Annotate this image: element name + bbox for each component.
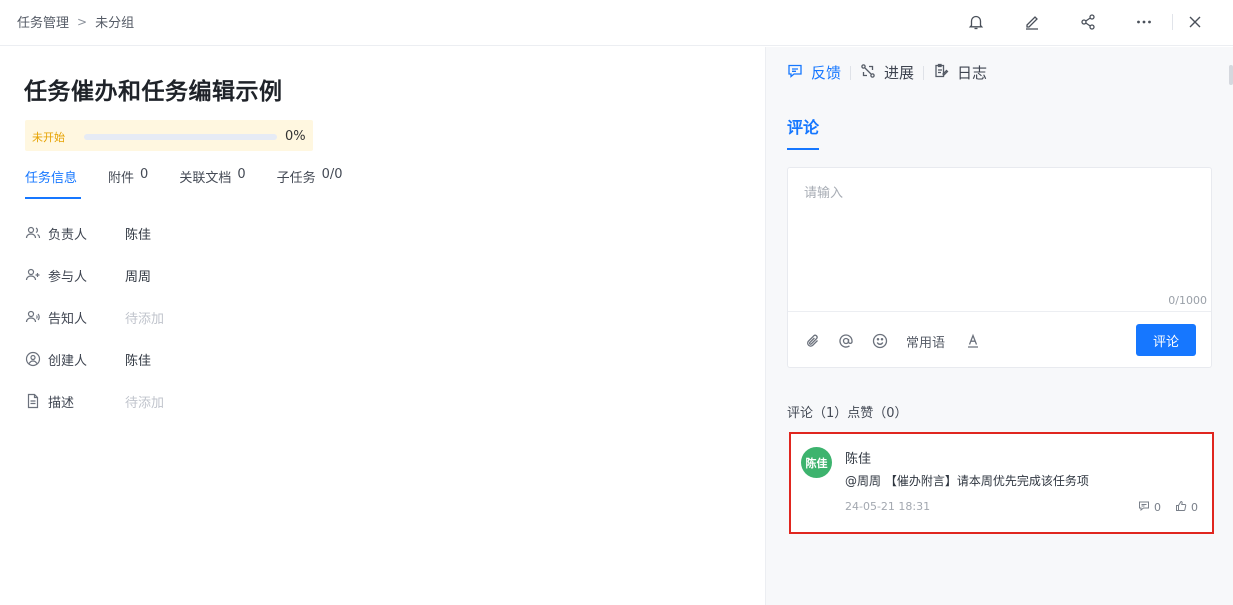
field-value-placeholder[interactable]: 待添加 bbox=[125, 392, 164, 411]
progress-percent: 0% bbox=[285, 129, 306, 144]
common-phrases-button[interactable]: 常用语 bbox=[906, 331, 945, 351]
tab-label: 关联文档 bbox=[179, 171, 232, 186]
field-value[interactable]: 陈佳 bbox=[125, 224, 151, 243]
avatar[interactable]: 陈佳 bbox=[801, 447, 832, 478]
tab-label: 进展 bbox=[884, 64, 915, 82]
field-value-placeholder[interactable]: 待添加 bbox=[125, 308, 164, 327]
mention-icon[interactable] bbox=[838, 331, 854, 351]
breadcrumb: 任务管理 > 未分组 bbox=[17, 12, 134, 32]
breadcrumb-root[interactable]: 任务管理 bbox=[17, 12, 69, 31]
submit-comment-button[interactable]: 评论 bbox=[1136, 324, 1196, 356]
tab-log[interactable]: 日志 bbox=[933, 62, 987, 83]
tab-linked-docs[interactable]: 关联文档 0 bbox=[179, 167, 245, 199]
comment-author: 陈佳 bbox=[845, 452, 872, 467]
top-actions bbox=[934, 10, 1209, 34]
progress-bar bbox=[84, 134, 277, 140]
tab-separator bbox=[850, 65, 852, 80]
field-owner: 负责人 陈佳 bbox=[24, 212, 164, 254]
tab-separator bbox=[923, 65, 925, 80]
close-icon[interactable] bbox=[1181, 10, 1209, 34]
tab-label: 反馈 bbox=[811, 64, 842, 82]
comment-item: 陈佳 陈佳 @周周 【催办附言】请本周优先完成该任务项 24-05-21 18:… bbox=[789, 432, 1214, 534]
tab-label: 日志 bbox=[957, 64, 988, 82]
emoji-icon[interactable] bbox=[872, 331, 888, 351]
task-tabs: 任务信息 附件 0 关联文档 0 子任务 0/0 bbox=[25, 167, 374, 199]
participant-icon bbox=[24, 266, 42, 284]
share-icon[interactable] bbox=[1074, 10, 1102, 34]
field-notify: 告知人 待添加 bbox=[24, 296, 164, 338]
log-icon bbox=[933, 63, 949, 83]
tab-subtasks[interactable]: 子任务 0/0 bbox=[277, 167, 343, 199]
tab-attachments[interactable]: 附件 0 bbox=[108, 167, 148, 199]
comment-content: 陈佳 陈佳 @周周 【催办附言】请本周优先完成该任务项 24-05-21 18:… bbox=[791, 434, 1212, 532]
top-bar: 任务管理 > 未分组 bbox=[0, 0, 1233, 46]
comment-actions: 0 0 bbox=[1124, 500, 1198, 515]
tab-count: 0 bbox=[237, 167, 246, 182]
char-count: 0/1000 bbox=[1168, 294, 1207, 307]
progress-icon bbox=[860, 63, 876, 83]
attachment-icon[interactable] bbox=[805, 331, 821, 351]
notify-icon bbox=[24, 308, 42, 326]
tab-task-info[interactable]: 任务信息 bbox=[25, 167, 82, 199]
editor-toolbar: 常用语 评论 bbox=[788, 311, 1211, 368]
toolbar-divider bbox=[1172, 14, 1173, 30]
tab-label: 任务信息 bbox=[25, 171, 78, 186]
progress-status: 未开始 0% bbox=[25, 120, 313, 151]
document-icon bbox=[24, 392, 42, 410]
activity-panel: 反馈 进展 日志 评论 0/1000 bbox=[765, 47, 1233, 605]
field-label: 创建人 bbox=[48, 353, 88, 369]
field-value[interactable]: 陈佳 bbox=[125, 350, 151, 369]
tab-count: 0 bbox=[140, 167, 149, 182]
feedback-icon bbox=[787, 63, 803, 83]
breadcrumb-separator: > bbox=[77, 14, 88, 29]
task-title[interactable]: 任务催办和任务编辑示例 bbox=[24, 72, 283, 106]
tab-label: 附件 bbox=[108, 171, 135, 186]
reply-icon bbox=[1138, 500, 1150, 515]
field-participants: 参与人 周周 bbox=[24, 254, 164, 296]
comment-heading[interactable]: 评论 bbox=[787, 114, 819, 138]
comment-heading-underline bbox=[787, 148, 819, 150]
field-description: 描述 待添加 bbox=[24, 380, 164, 422]
tab-progress[interactable]: 进展 bbox=[860, 62, 914, 83]
like-button[interactable]: 0 bbox=[1175, 500, 1198, 515]
breadcrumb-current[interactable]: 未分组 bbox=[95, 12, 134, 31]
reply-button[interactable]: 0 bbox=[1138, 500, 1161, 515]
thumbs-up-icon bbox=[1175, 500, 1187, 515]
comment-editor: 0/1000 常用语 评论 bbox=[787, 167, 1212, 368]
status-badge[interactable]: 未开始 bbox=[32, 129, 65, 145]
scrollbar[interactable] bbox=[1229, 65, 1233, 85]
owner-icon bbox=[24, 224, 42, 242]
field-label: 描述 bbox=[48, 395, 75, 411]
comment-stats: 评论（1）点赞（0） bbox=[787, 406, 908, 421]
field-value[interactable]: 周周 bbox=[125, 266, 151, 285]
creator-icon bbox=[24, 350, 42, 368]
more-icon[interactable] bbox=[1130, 10, 1158, 34]
activity-tabs: 反馈 进展 日志 bbox=[787, 62, 987, 83]
text-format-icon[interactable] bbox=[965, 331, 981, 351]
field-label: 负责人 bbox=[48, 227, 88, 243]
field-label: 参与人 bbox=[48, 269, 88, 285]
tab-label: 子任务 bbox=[276, 171, 316, 186]
like-count: 0 bbox=[1191, 501, 1198, 514]
comment-text: @周周 【催办附言】请本周优先完成该任务项 bbox=[845, 474, 1089, 488]
field-creator: 创建人 陈佳 bbox=[24, 338, 164, 380]
tab-count: 0/0 bbox=[321, 167, 343, 182]
comment-time: 24-05-21 18:31 bbox=[845, 500, 931, 513]
task-detail-panel: 任务催办和任务编辑示例 未开始 0% 任务信息 附件 0 关联文档 0 子任务 … bbox=[0, 47, 765, 605]
task-fields: 负责人 陈佳 参与人 周周 告知人 待添加 创建人 陈佳 描述 待添加 bbox=[24, 212, 164, 422]
edit-icon[interactable] bbox=[1018, 10, 1046, 34]
comment-input[interactable] bbox=[788, 168, 1211, 308]
bell-icon[interactable] bbox=[962, 10, 990, 34]
reply-count: 0 bbox=[1154, 501, 1161, 514]
field-label: 告知人 bbox=[48, 311, 88, 327]
tab-feedback[interactable]: 反馈 bbox=[787, 62, 841, 83]
